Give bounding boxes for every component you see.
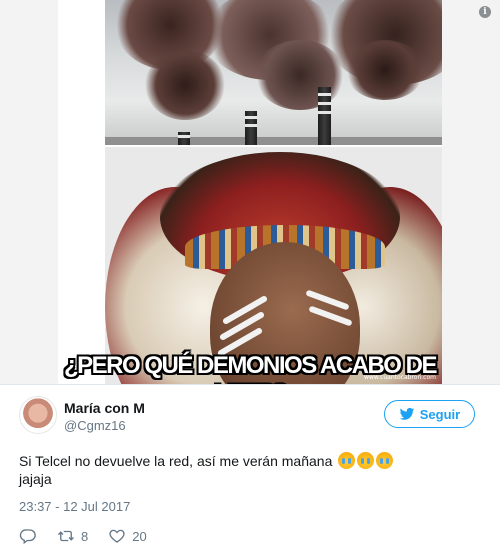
- crying-face-emoji-icon: [338, 452, 356, 469]
- display-name[interactable]: María con M: [64, 400, 145, 416]
- reply-icon: [19, 529, 36, 545]
- meme-image[interactable]: ¿PERO QUÉ DEMONIOS ACABO DE LEER? www.cu…: [58, 0, 442, 384]
- like-count: 20: [132, 528, 147, 544]
- smokestacks-photo: [105, 0, 442, 145]
- crying-face-emoji-icon: [376, 452, 394, 469]
- tweet-card: María con M @Cgmz16 Seguir Si Telcel no …: [0, 384, 500, 560]
- twitter-bird-icon: [399, 407, 415, 420]
- avatar[interactable]: [19, 396, 57, 434]
- follow-button[interactable]: Seguir: [384, 400, 475, 428]
- tweet-text-line2: jajaja: [19, 471, 52, 487]
- heart-icon: [109, 529, 125, 543]
- tweet-actions: 8 20: [19, 527, 167, 545]
- user-handle[interactable]: @Cgmz16: [64, 418, 126, 433]
- media-area: i ¿PERO QUÉ DEMONIOS ACABO DE www.cuanto…: [0, 0, 500, 384]
- tweet-timestamp[interactable]: 23:37 - 12 Jul 2017: [19, 499, 130, 514]
- retweet-icon: [58, 530, 74, 542]
- retweet-count: 8: [81, 528, 89, 544]
- like-button[interactable]: 20: [108, 527, 147, 545]
- reply-button[interactable]: [19, 527, 37, 545]
- crying-face-emoji-icon: [357, 452, 375, 469]
- tweet-text: Si Telcel no devuelve la red, así me ver…: [19, 452, 479, 488]
- follow-label: Seguir: [419, 406, 461, 422]
- info-icon[interactable]: i: [479, 6, 491, 18]
- headdress-photo: [105, 147, 442, 384]
- tweet-text-line1: Si Telcel no devuelve la red, así me ver…: [19, 453, 333, 469]
- meme-watermark: www.cuantocabron.com: [364, 374, 436, 381]
- retweet-button[interactable]: 8: [57, 527, 88, 545]
